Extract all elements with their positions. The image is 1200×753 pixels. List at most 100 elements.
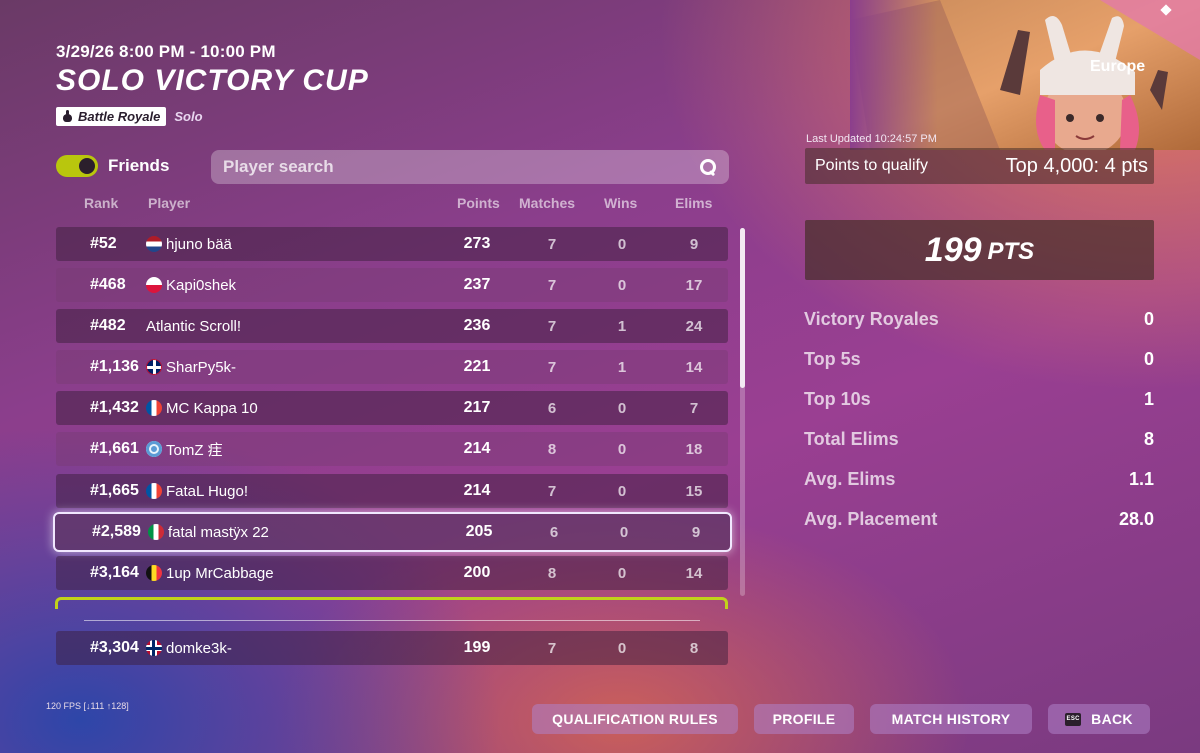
match-history-button[interactable]: MATCH HISTORY [870, 704, 1032, 734]
row-elims: 24 [685, 317, 703, 335]
profile-button[interactable]: PROFILE [754, 704, 854, 734]
friends-toggle[interactable]: Friends [56, 155, 169, 177]
row-wins: 0 [617, 235, 627, 253]
scrollbar-thumb[interactable] [740, 228, 745, 388]
flag-nl-icon [146, 236, 162, 252]
leaderboard-row[interactable]: #482 Atlantic Scroll! 236 7 1 24 [56, 309, 728, 343]
col-header-matches: Matches [519, 195, 576, 211]
stat-label: Victory Royales [804, 309, 939, 329]
row-matches: 7 [547, 317, 557, 335]
stat-victory-royales: Victory Royales 0 [804, 309, 1154, 330]
leaderboard-row[interactable]: #3,164 1up MrCabbage 200 8 0 14 [56, 556, 728, 590]
esc-key-icon: ESC [1065, 712, 1082, 726]
stat-label: Top 5s [804, 349, 861, 369]
row-player: fatal mastÿx 22 [148, 524, 269, 541]
leaderboard-row[interactable]: #468 Kapi0shek 237 7 0 17 [56, 268, 728, 302]
own-player-row[interactable]: #3,304 domke3k- 199 7 0 8 [56, 631, 728, 665]
flag-no-icon [146, 640, 162, 656]
row-rank: #1,665 [90, 482, 139, 499]
row-rank: #2,589 [92, 523, 141, 540]
row-rank: #1,432 [90, 399, 139, 416]
row-points: 236 [463, 317, 491, 334]
stat-value: 1.1 [1128, 469, 1154, 489]
stat-top-5s: Top 5s 0 [804, 349, 1154, 370]
event-time: 3/29/26 8:00 PM - 10:00 PM [56, 42, 276, 61]
stat-value: 0 [1143, 309, 1154, 329]
row-rank: #3,304 [90, 639, 139, 656]
player-search[interactable] [211, 150, 729, 184]
row-rank: #52 [90, 235, 117, 252]
total-points: 199 PTS [805, 220, 1154, 280]
leaderboard-row[interactable]: #1,136 SharPy5k- 221 7 1 14 [56, 350, 728, 384]
row-elims: 8 [689, 639, 699, 657]
row-matches: 7 [547, 235, 557, 253]
row-wins: 0 [617, 639, 627, 657]
region-label: Europe [1090, 58, 1146, 75]
row-elims: 14 [685, 358, 703, 376]
row-points: 214 [463, 482, 491, 499]
divider [84, 620, 700, 621]
event-title: SOLO VICTORY CUP [56, 64, 369, 97]
qualification-rules-button[interactable]: QUALIFICATION RULES [532, 704, 738, 734]
row-matches: 6 [547, 399, 557, 417]
leaderboard-scrollbar[interactable] [740, 228, 745, 596]
stat-label: Total Elims [804, 429, 899, 449]
toggle-switch[interactable] [56, 155, 98, 177]
mode-row: Battle Royale Solo [56, 107, 203, 126]
player-name: domke3k- [166, 639, 232, 657]
row-player: FataL Hugo! [146, 483, 248, 500]
back-button[interactable]: ESC BACK [1048, 704, 1150, 734]
leaderboard-row[interactable]: #1,665 FataL Hugo! 214 7 0 15 [56, 474, 728, 508]
leaderboard-row-selected[interactable]: #2,589 fatal mastÿx 22 205 6 0 9 [53, 512, 732, 552]
stat-label: Avg. Placement [804, 509, 938, 529]
leaderboard-row[interactable]: #1,661 TomZ 疰 214 8 0 18 [56, 432, 728, 466]
qualify-label: Points to qualify [815, 157, 928, 174]
player-name: SharPy5k- [166, 358, 237, 376]
row-wins: 0 [619, 523, 629, 541]
friends-label: Friends [108, 156, 170, 175]
search-icon[interactable] [699, 158, 717, 176]
fps-counter: 120 FPS [↓111 ↑128] [46, 701, 129, 711]
player-name: FataL Hugo! [166, 482, 248, 500]
mode-badge-label: Battle Royale [78, 109, 161, 124]
points-unit: PTS [987, 238, 1035, 265]
row-wins: 0 [617, 440, 627, 458]
row-player: 1up MrCabbage [146, 565, 274, 582]
row-matches: 7 [547, 482, 557, 500]
leaderboard-row[interactable]: #52 hjuno bää 273 7 0 9 [56, 227, 728, 261]
leaderboard-row[interactable]: #1,432 MC Kappa 10 217 6 0 7 [56, 391, 728, 425]
stat-value: 0 [1143, 349, 1154, 369]
col-header-elims: Elims [675, 195, 713, 211]
row-rank: #1,136 [90, 358, 139, 375]
player-name: MC Kappa 10 [166, 399, 258, 417]
flag-fr-icon [146, 483, 162, 499]
row-player: domke3k- [146, 640, 232, 657]
stat-top-10s: Top 10s 1 [804, 389, 1154, 410]
row-wins: 1 [617, 358, 627, 376]
player-name: hjuno bää [166, 235, 232, 253]
row-points: 273 [463, 235, 491, 252]
row-wins: 0 [617, 482, 627, 500]
col-header-wins: Wins [604, 195, 638, 211]
player-name: fatal mastÿx 22 [168, 523, 269, 541]
stat-value: 1 [1143, 389, 1154, 409]
stat-label: Top 10s [804, 389, 871, 409]
row-elims: 15 [685, 482, 703, 500]
col-header-points: Points [457, 195, 500, 211]
points-value: 199 [924, 230, 982, 269]
row-elims: 17 [685, 276, 703, 294]
row-wins: 1 [617, 317, 627, 335]
row-matches: 7 [547, 358, 557, 376]
stat-avg-elims: Avg. Elims 1.1 [804, 469, 1154, 490]
row-player: SharPy5k- [146, 359, 236, 376]
row-elims: 7 [689, 399, 699, 417]
back-label: BACK [1091, 711, 1133, 727]
row-player: MC Kappa 10 [146, 400, 258, 417]
row-player: TomZ 疰 [146, 439, 223, 460]
row-matches: 8 [547, 564, 557, 582]
row-elims: 9 [691, 523, 701, 541]
player-search-input[interactable] [223, 157, 699, 177]
row-points: 214 [463, 440, 491, 457]
row-player: hjuno bää [146, 236, 232, 253]
qualify-value: Top 4,000: 4 pts [1005, 154, 1148, 177]
